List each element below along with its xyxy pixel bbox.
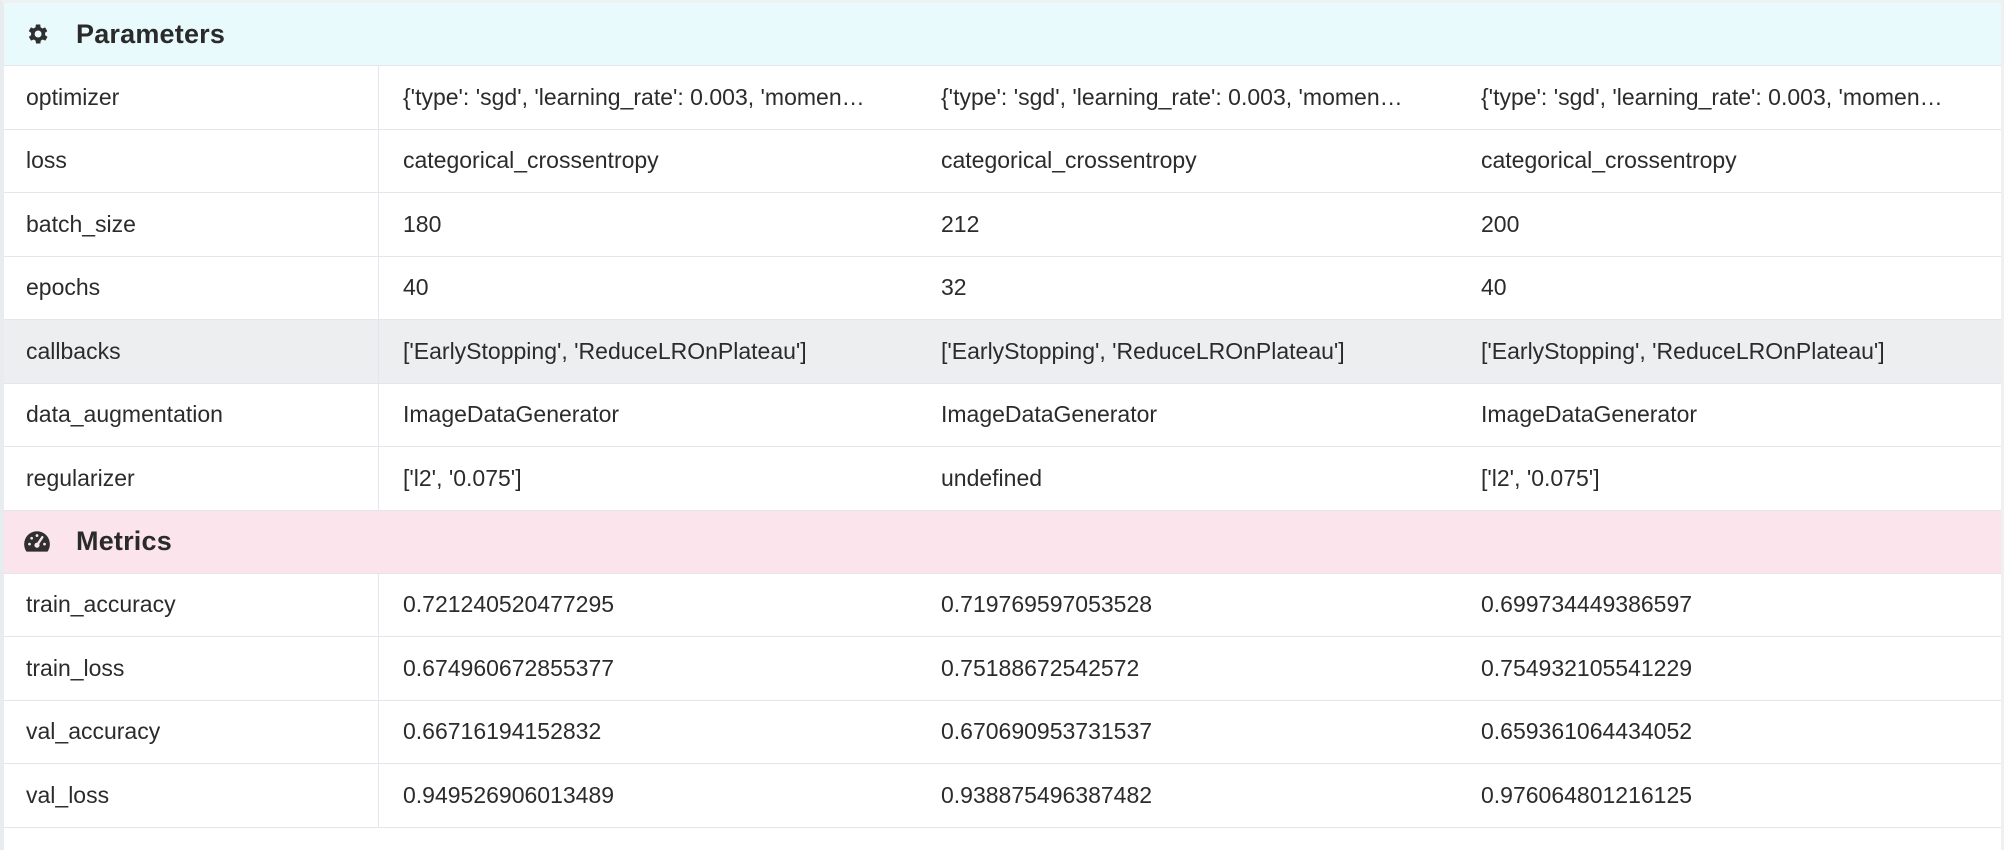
row-value[interactable]: {'type': 'sgd', 'learning_rate': 0.003, … [1457, 66, 1977, 129]
parameters-title: Parameters [76, 18, 226, 49]
row-value: 0.659361064434052 [1481, 718, 1693, 745]
row-value: 0.721240520477295 [403, 591, 615, 618]
row-value: 0.674960672855377 [403, 654, 615, 681]
row-value: 40 [1481, 274, 1507, 301]
row-key: loss [4, 129, 379, 192]
row-key: epochs [4, 256, 379, 319]
table-row: val_accuracy 0.66716194152832 0.67069095… [4, 700, 2004, 764]
row-key: val_accuracy [4, 700, 379, 763]
table-row: optimizer {'type': 'sgd', 'learning_rate… [4, 66, 2004, 130]
row-value: ['EarlyStopping', 'ReduceLROnPlateau'] [941, 337, 1345, 364]
row-key: train_accuracy [4, 573, 379, 636]
metrics-title: Metrics [76, 526, 172, 556]
row-value: 0.719769597053528 [941, 591, 1153, 618]
table-row: epochs 40 32 40 [4, 256, 2004, 320]
parameters-section-header[interactable]: Parameters [4, 3, 2004, 66]
table-row: batch_size 180 212 200 [4, 193, 2004, 257]
row-value: ImageDataGenerator [1481, 401, 1698, 428]
row-value: ['EarlyStopping', 'ReduceLROnPlateau'] [403, 337, 807, 364]
row-key: data_augmentation [4, 383, 379, 446]
comparison-table: Parameters optimizer {'type': 'sgd', 'le… [0, 0, 2004, 850]
row-value: categorical_crossentropy [403, 147, 659, 174]
row-value: categorical_crossentropy [1481, 147, 1737, 174]
table-row: train_accuracy 0.721240520477295 0.71976… [4, 573, 2004, 637]
row-value: 0.949526906013489 [403, 781, 615, 808]
row-value: 212 [941, 210, 980, 237]
metrics-rows: train_accuracy 0.721240520477295 0.71976… [4, 573, 2004, 828]
row-value: ImageDataGenerator [403, 401, 620, 428]
table-row: train_loss 0.674960672855377 0.751886725… [4, 637, 2004, 701]
parameters-rows: optimizer {'type': 'sgd', 'learning_rate… [4, 66, 2004, 511]
row-value: undefined [941, 464, 1043, 491]
row-value: 180 [403, 210, 442, 237]
row-key: train_loss [4, 637, 379, 700]
row-value: ['l2', '0.075'] [403, 464, 522, 491]
table-row: val_loss 0.949526906013489 0.93887549638… [4, 764, 2004, 828]
row-value: ImageDataGenerator [941, 401, 1158, 428]
row-key: optimizer [4, 66, 379, 129]
row-value: 0.670690953731537 [941, 718, 1153, 745]
table-row: regularizer ['l2', '0.075'] undefined ['… [4, 447, 2004, 511]
table-row: loss categorical_crossentropy categorica… [4, 129, 2004, 193]
row-value: categorical_crossentropy [941, 147, 1197, 174]
row-value: 0.976064801216125 [1481, 781, 1693, 808]
row-value: 32 [941, 274, 967, 301]
row-value: 200 [1481, 210, 1520, 237]
row-value: 0.754932105541229 [1481, 654, 1693, 681]
gear-icon [22, 19, 52, 49]
row-key: regularizer [4, 447, 379, 510]
row-value: 0.699734449386597 [1481, 591, 1693, 618]
row-value[interactable]: {'type': 'sgd', 'learning_rate': 0.003, … [379, 66, 917, 129]
row-key: callbacks [4, 320, 379, 383]
table-row: data_augmentation ImageDataGenerator Ima… [4, 383, 2004, 447]
row-value: 40 [403, 274, 429, 301]
row-value: ['l2', '0.075'] [1481, 464, 1600, 491]
speedometer-icon [22, 527, 52, 557]
row-key: val_loss [4, 764, 379, 827]
row-value: 0.66716194152832 [403, 718, 602, 745]
table-row-highlighted: callbacks ['EarlyStopping', 'ReduceLROnP… [4, 320, 2004, 384]
row-key: batch_size [4, 193, 379, 256]
metrics-section-header[interactable]: Metrics [4, 510, 2004, 574]
row-value: 0.938875496387482 [941, 781, 1153, 808]
row-value: 0.75188672542572 [941, 654, 1140, 681]
row-value[interactable]: {'type': 'sgd', 'learning_rate': 0.003, … [917, 66, 1457, 129]
table-footer-space [4, 828, 2004, 868]
row-value: ['EarlyStopping', 'ReduceLROnPlateau'] [1481, 337, 1885, 364]
